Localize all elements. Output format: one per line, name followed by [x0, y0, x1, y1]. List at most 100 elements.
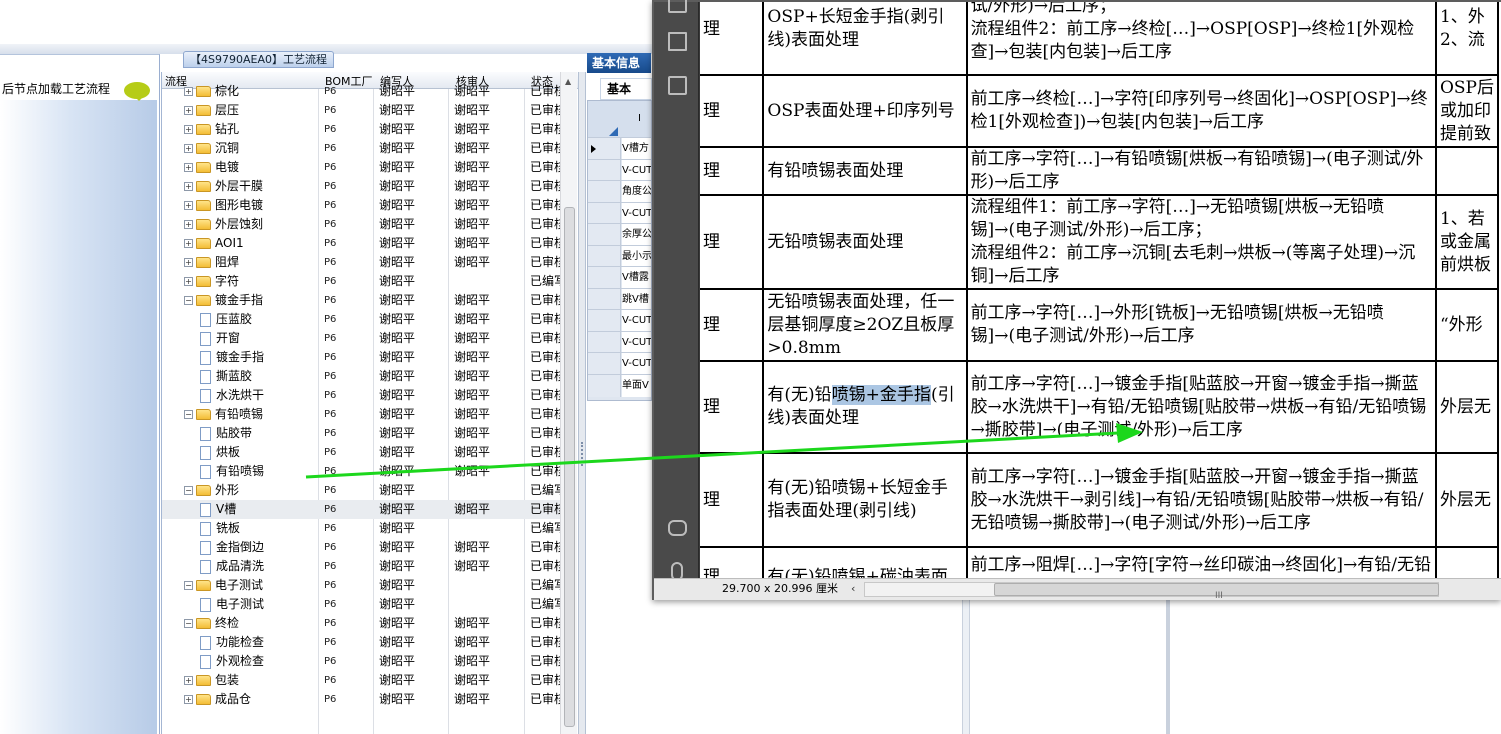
basic-info-row[interactable]: 跳V槽: [588, 287, 651, 311]
tree-node-label[interactable]: 撕蓝胶: [200, 367, 252, 386]
expand-toggle-icon[interactable]: +: [184, 239, 193, 248]
basic-info-cell[interactable]: 最小示: [622, 245, 651, 268]
tree-row[interactable]: + 棕化 P6 谢昭平 谢昭平 已审核: [162, 82, 566, 101]
tree-row[interactable]: + 层压 P6 谢昭平 谢昭平 已审核: [162, 101, 566, 120]
basic-info-cell[interactable]: V-CUT: [622, 353, 651, 375]
tree-node-label[interactable]: − 镀金手指: [184, 291, 263, 310]
chat-bubble-icon[interactable]: [124, 82, 150, 101]
signature-icon[interactable]: [668, 76, 687, 95]
tree-row[interactable]: + 阻焊 P6 谢昭平 谢昭平 已审核: [162, 253, 566, 272]
tree-node-label[interactable]: − 电子测试: [184, 576, 263, 595]
tree-row[interactable]: 镀金手指 P6 谢昭平 谢昭平 已审核: [162, 348, 566, 367]
expand-toggle-icon[interactable]: −: [184, 486, 193, 495]
page-thumbnail-icon[interactable]: [668, 0, 687, 13]
tree-row[interactable]: + AOI1 P6 谢昭平 谢昭平 已审核: [162, 234, 566, 253]
expand-toggle-icon[interactable]: +: [184, 277, 193, 286]
tree-row[interactable]: + 外层干膜 P6 谢昭平 谢昭平 已审核: [162, 177, 566, 196]
tree-node-label[interactable]: + 外层蚀刻: [184, 215, 263, 234]
basic-info-cell[interactable]: V-CUT: [622, 202, 651, 225]
tree-node-label[interactable]: 电子测试: [200, 595, 264, 614]
expand-toggle-icon[interactable]: +: [184, 163, 193, 172]
scroll-up-icon[interactable]: ▲: [565, 77, 571, 86]
basic-info-row[interactable]: 余厚公: [588, 223, 651, 246]
tree-row[interactable]: − 有铅喷锡 P6 谢昭平 谢昭平 已审核: [162, 405, 566, 424]
tree-row[interactable]: 金指倒边 P6 谢昭平 谢昭平 已审核: [162, 538, 566, 557]
basic-info-row[interactable]: V-CUT: [588, 309, 651, 332]
tree-node-label[interactable]: 成品清洗: [200, 557, 264, 576]
basic-info-cell[interactable]: 跳V槽: [622, 288, 651, 311]
tree-node-label[interactable]: − 有铅喷锡: [184, 405, 263, 424]
tree-row[interactable]: + 包装 P6 谢昭平 谢昭平 已审核: [162, 671, 566, 690]
tree-node-label[interactable]: − 终检: [184, 614, 239, 633]
tree-row[interactable]: + 沉铜 P6 谢昭平 谢昭平 已审核: [162, 139, 566, 158]
expand-toggle-icon[interactable]: +: [184, 201, 193, 210]
tree-node-label[interactable]: + 外层干膜: [184, 177, 263, 196]
tree-row[interactable]: 烘板 P6 谢昭平 谢昭平 已审核: [162, 443, 566, 462]
tree-row[interactable]: 功能检查 P6 谢昭平 谢昭平 已审核: [162, 633, 566, 652]
tree-row[interactable]: − 外形 P6 谢昭平 已编写: [162, 481, 566, 500]
tree-node-label[interactable]: + 沉铜: [184, 139, 239, 158]
tab-basic-info[interactable]: 基本信息: [587, 53, 651, 73]
expand-toggle-icon[interactable]: +: [184, 676, 193, 685]
expand-toggle-icon[interactable]: −: [184, 619, 193, 628]
tree-node-label[interactable]: 外观检查: [200, 652, 264, 671]
basic-info-cell[interactable]: 单面V: [622, 374, 651, 397]
expand-toggle-icon[interactable]: +: [184, 695, 193, 704]
basic-info-row[interactable]: 角度公: [588, 180, 651, 203]
tree-node-label[interactable]: + AOI1: [184, 234, 244, 253]
tree-row[interactable]: − 电子测试 P6 谢昭平 已编写: [162, 576, 566, 595]
expand-toggle-icon[interactable]: +: [184, 182, 193, 191]
basic-info-cell[interactable]: V-CUT: [622, 310, 651, 332]
basic-info-cell[interactable]: V-CUT: [622, 331, 651, 354]
expand-toggle-icon[interactable]: −: [184, 296, 193, 305]
basic-info-cell[interactable]: 余厚公: [622, 224, 651, 246]
tree-scroll-thumb[interactable]: [564, 207, 575, 727]
tree-row[interactable]: + 外层蚀刻 P6 谢昭平 谢昭平 已审核: [162, 215, 566, 234]
tree-node-label[interactable]: 烘板: [200, 443, 240, 462]
tree-node-label[interactable]: + 阻焊: [184, 253, 239, 272]
tree-row[interactable]: 压蓝胶 P6 谢昭平 谢昭平 已审核: [162, 310, 566, 329]
expand-toggle-icon[interactable]: +: [184, 258, 193, 267]
scroll-left-icon[interactable]: ‹: [851, 579, 855, 599]
tree-row[interactable]: − 终检 P6 谢昭平 谢昭平 已审核: [162, 614, 566, 633]
tree-row[interactable]: + 成品仓 P6 谢昭平 谢昭平 已审核: [162, 690, 566, 709]
expand-toggle-icon[interactable]: +: [184, 106, 193, 115]
tree-row[interactable]: − 镀金手指 P6 谢昭平 谢昭平 已审核: [162, 291, 566, 310]
basic-info-cell[interactable]: V槽露: [622, 267, 651, 289]
expand-toggle-icon[interactable]: −: [184, 410, 193, 419]
tree-node-label[interactable]: + 图形电镀: [184, 196, 263, 215]
tree-row[interactable]: 撕蓝胶 P6 谢昭平 谢昭平 已审核: [162, 367, 566, 386]
tree-node-label[interactable]: + 包装: [184, 671, 239, 690]
basic-info-row[interactable]: 单面V: [588, 373, 651, 397]
tree-row[interactable]: + 钻孔 P6 谢昭平 谢昭平 已审核: [162, 120, 566, 139]
tree-node-label[interactable]: − 外形: [184, 481, 239, 500]
tree-node-label[interactable]: 功能检查: [200, 633, 264, 652]
basic-info-cell[interactable]: 角度公: [622, 181, 651, 203]
bookmark-icon[interactable]: [668, 32, 687, 51]
tree-node-label[interactable]: + 钻孔: [184, 120, 239, 139]
tree-node-label[interactable]: + 层压: [184, 101, 239, 120]
basic-info-row[interactable]: 最小示: [588, 244, 651, 268]
tree-vertical-scrollbar[interactable]: ▲: [560, 72, 577, 734]
basic-info-row[interactable]: V-CUT: [588, 158, 651, 182]
tree-row[interactable]: 有铅喷锡 P6 谢昭平 谢昭平 已审核: [162, 462, 566, 481]
tree-node-label[interactable]: + 成品仓: [184, 690, 251, 709]
tree-row[interactable]: 开窗 P6 谢昭平 谢昭平 已审核: [162, 329, 566, 348]
basic-info-row[interactable]: V-CUT: [588, 201, 651, 225]
basic-info-cell[interactable]: V槽方: [622, 138, 651, 160]
tree-row[interactable]: + 图形电镀 P6 谢昭平 谢昭平 已审核: [162, 196, 566, 215]
expand-toggle-icon[interactable]: +: [184, 144, 193, 153]
tree-row[interactable]: + 电镀 P6 谢昭平 谢昭平 已审核: [162, 158, 566, 177]
tree-row[interactable]: + 字符 P6 谢昭平 已编写: [162, 272, 566, 291]
tree-node-label[interactable]: 压蓝胶: [200, 310, 252, 329]
tree-node-label[interactable]: + 字符: [184, 272, 239, 291]
expand-toggle-icon[interactable]: +: [184, 220, 193, 229]
basic-info-row[interactable]: V槽露: [588, 266, 651, 289]
basic-info-row[interactable]: V-CUT: [588, 352, 651, 375]
tree-row[interactable]: 电子测试 P6 谢昭平 已编写: [162, 595, 566, 614]
tree-node-label[interactable]: 贴胶带: [200, 424, 252, 443]
tree-row[interactable]: V槽 P6 谢昭平 谢昭平 已审核: [162, 500, 566, 519]
basic-info-cell[interactable]: V-CUT: [622, 159, 651, 182]
tree-node-label[interactable]: V槽: [200, 500, 236, 519]
tree-row[interactable]: 铣板 P6 谢昭平 已编写: [162, 519, 566, 538]
